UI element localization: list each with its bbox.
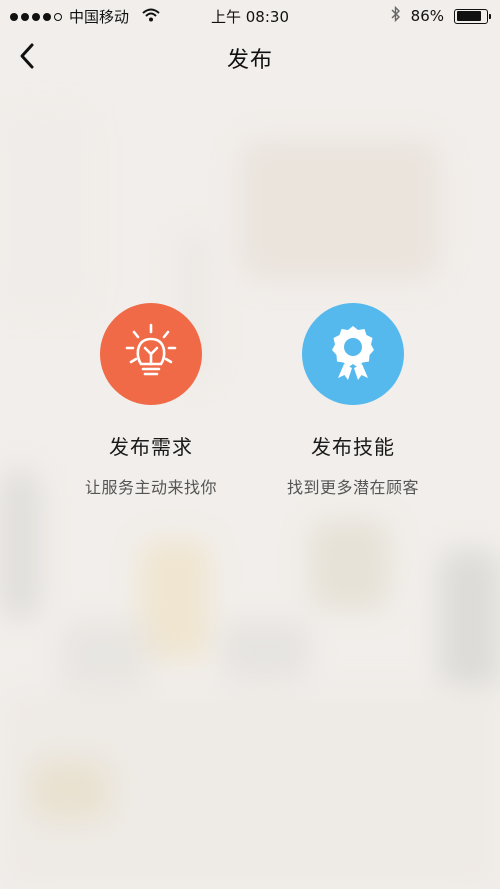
- post-demand-subtitle: 让服务主动来找你: [84, 478, 217, 497]
- lightbulb-icon: [123, 322, 179, 386]
- navigation-bar: 发布: [0, 30, 500, 82]
- page-title: 发布: [226, 48, 273, 73]
- post-demand-title: 发布需求: [109, 435, 193, 459]
- status-bar: 中国移动 上午 08:30 86%: [0, 0, 500, 30]
- post-skill-icon-circle[interactable]: [302, 303, 404, 405]
- status-right: 86%: [391, 5, 491, 26]
- bluetooth-icon: [391, 5, 401, 26]
- award-badge-icon: [325, 322, 381, 386]
- battery-fill: [456, 11, 482, 21]
- post-skill-option[interactable]: 发布技能 找到更多潜在顾客: [253, 303, 453, 498]
- battery-icon: [454, 8, 491, 24]
- post-skill-title: 发布技能: [311, 435, 395, 459]
- battery-percent: 86%: [410, 7, 444, 25]
- post-demand-option[interactable]: 发布需求 让服务主动来找你: [51, 303, 251, 498]
- post-demand-icon-circle[interactable]: [100, 303, 202, 405]
- post-skill-subtitle: 找到更多潜在顾客: [286, 478, 419, 497]
